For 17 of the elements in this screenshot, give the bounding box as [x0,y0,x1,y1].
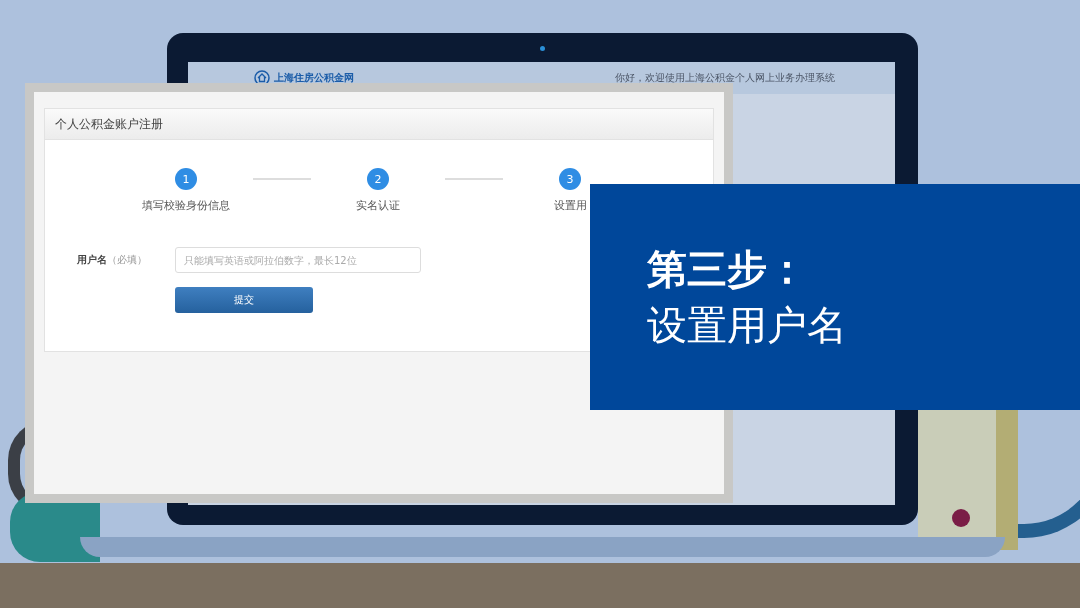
house-icon [254,70,270,86]
welcome-text: 你好，欢迎使用上海公积金个人网上业务办理系统 [615,71,835,85]
step-number: 2 [367,168,389,190]
username-field[interactable]: 只能填写英语或阿拉伯数字，最长12位 [175,247,421,273]
required-hint: （必填） [107,254,147,265]
callout-heading: 第三步： [647,245,808,294]
callout-subheading: 设置用户名 [647,301,848,350]
card-title: 个人公积金账户注册 [45,109,713,140]
step-number: 3 [559,168,581,190]
submit-button[interactable]: 提交 [175,287,313,313]
camera-drawing [540,46,545,51]
step-number: 1 [175,168,197,190]
step-label: 实名认证 [356,198,400,213]
field-label: 用户名 [77,254,107,265]
step-label: 填写校验身份信息 [142,198,230,213]
step-label: 设置用 [553,198,587,213]
site-logo-text: 上海住房公积金网 [274,71,354,85]
